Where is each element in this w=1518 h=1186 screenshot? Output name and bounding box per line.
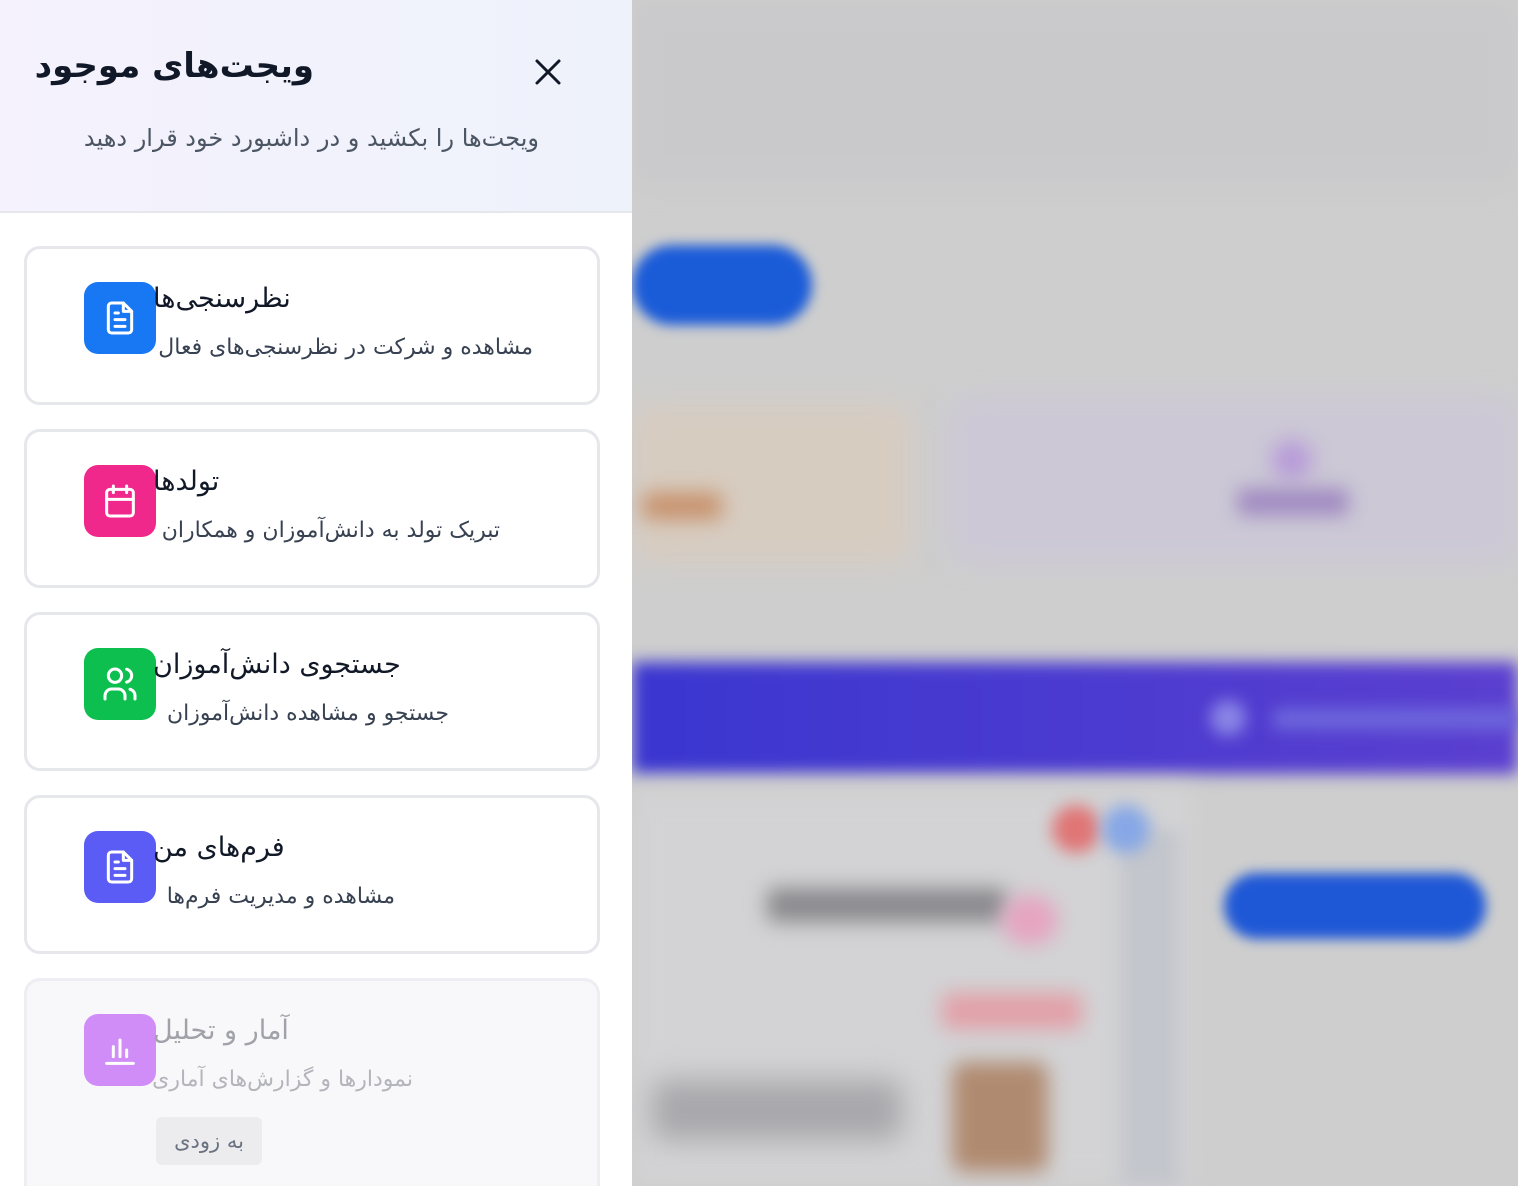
widget-description: مشاهده و مدیریت فرم‌ها xyxy=(166,884,395,909)
blurred-banner-icon xyxy=(1210,700,1246,736)
bar-chart-icon xyxy=(105,1038,135,1065)
drawer-subtitle: ویجت‌ها را بکشید و در داشبورد خود قرار د… xyxy=(83,124,539,152)
widget-icon-box xyxy=(84,465,156,537)
drawer-title: ویجت‌های موجود xyxy=(34,46,314,86)
blurred-card-text xyxy=(1237,488,1349,516)
blurred-card-text xyxy=(642,493,722,519)
close-button[interactable] xyxy=(528,52,568,92)
blurred-button xyxy=(632,245,812,325)
widget-card-birthdays[interactable]: تولدها تبریک تولد به دانش‌آموزان و همکار… xyxy=(24,429,600,588)
widget-title: آمار و تحلیل xyxy=(153,1015,289,1046)
document-icon xyxy=(106,850,134,884)
blurred-button xyxy=(1224,873,1486,939)
widget-icon-box xyxy=(84,1014,156,1086)
blurred-card xyxy=(950,398,1518,563)
blurred-decoration xyxy=(942,993,1082,1029)
document-icon xyxy=(106,301,134,335)
blurred-image xyxy=(952,1062,1048,1172)
background-dashboard-overlay[interactable] xyxy=(632,0,1518,1186)
blurred-text xyxy=(652,1080,902,1140)
widget-title: جستجوی دانش‌آموزان xyxy=(153,649,401,680)
blurred-header xyxy=(632,0,1518,185)
coming-soon-badge: به زودی xyxy=(156,1117,262,1165)
widget-title: تولدها xyxy=(153,466,220,497)
widget-description: نمودارها و گزارش‌های آماری xyxy=(152,1067,413,1092)
widget-card-student-search[interactable]: جستجوی دانش‌آموزان جستجو و مشاهده دانش‌آ… xyxy=(24,612,600,771)
widget-description: تبریک تولد به دانش‌آموزان و همکاران xyxy=(161,518,500,543)
blurred-heading xyxy=(767,888,1007,922)
calendar-icon xyxy=(105,484,135,518)
blurred-dot xyxy=(1102,805,1150,853)
blurred-dot xyxy=(1052,805,1100,853)
widget-title: فرم‌های من xyxy=(153,832,285,863)
widget-card-my-forms[interactable]: فرم‌های من مشاهده و مدیریت فرم‌ها xyxy=(24,795,600,954)
widget-icon-box xyxy=(84,648,156,720)
drawer-header: ویجت‌های موجود ویجت‌ها را بکشید و در داش… xyxy=(0,0,632,213)
blurred-banner-text xyxy=(1272,708,1518,730)
blurred-divider xyxy=(1120,830,1180,1186)
widget-card-analytics: آمار و تحلیل نمودارها و گزارش‌های آماری … xyxy=(24,978,600,1186)
blurred-card-icon xyxy=(1272,440,1312,480)
widget-description: مشاهده و شرکت در نظرسنجی‌های فعال xyxy=(158,335,533,360)
widget-icon-box xyxy=(84,282,156,354)
widget-title: نظرسنجی‌ها xyxy=(153,283,291,314)
blurred-card xyxy=(632,405,910,563)
widget-description: جستجو و مشاهده دانش‌آموزان xyxy=(166,701,449,726)
widget-icon-box xyxy=(84,831,156,903)
users-icon xyxy=(103,667,137,701)
blurred-decoration xyxy=(1002,895,1058,945)
widgets-drawer: ویجت‌های موجود ویجت‌ها را بکشید و در داش… xyxy=(0,0,632,1186)
close-icon xyxy=(535,59,561,85)
widget-card-surveys[interactable]: نظرسنجی‌ها مشاهده و شرکت در نظرسنجی‌های … xyxy=(24,246,600,405)
